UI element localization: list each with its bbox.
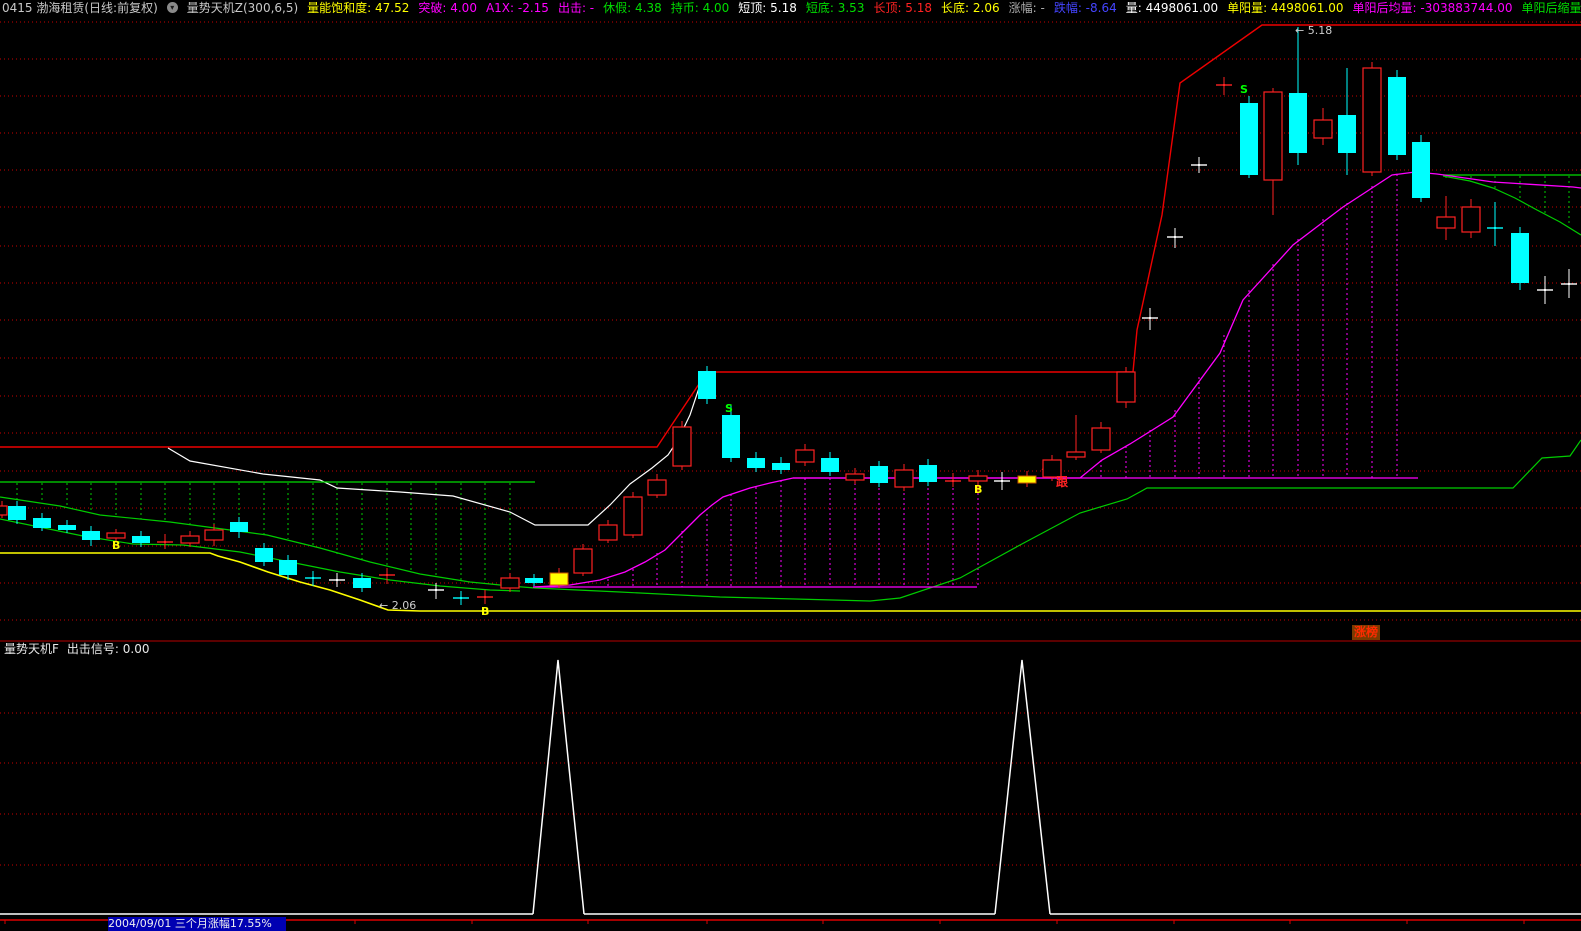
- candle-down: [772, 463, 790, 470]
- candle-up: [894, 469, 914, 488]
- candle-up: [0, 505, 8, 516]
- candle-up: [795, 449, 815, 463]
- header-indicator-value: 短底: 3.53: [805, 1, 865, 15]
- header-indicator-value: 单阳量: 4498061.00: [1227, 1, 1344, 15]
- long-top-line: [0, 24, 1581, 448]
- candle-gold: [1017, 475, 1037, 484]
- rank-list-badge[interactable]: 涨榜: [1352, 625, 1381, 640]
- candle-doji: [1174, 236, 1176, 238]
- header-indicator-value: 单阳后缩量: 1.00: [1521, 1, 1581, 15]
- candle-up: [1091, 427, 1111, 451]
- candle-down: [1338, 115, 1356, 153]
- candle-doji: [1494, 227, 1496, 229]
- indicator-header: 0415 渤海租赁(日线:前复权) ▾ 量势天机Z(300,6,5) 量能饱和度:…: [0, 0, 1581, 15]
- signal-triangle-1: [532, 659, 585, 915]
- candle-down: [1289, 93, 1307, 153]
- candle-down: [8, 506, 26, 520]
- green-curve-a: [0, 439, 1581, 602]
- candle-doji: [460, 597, 462, 599]
- candle-up: [1042, 459, 1062, 478]
- candle-up: [1313, 119, 1333, 139]
- candle-down: [919, 465, 937, 482]
- candle-up: [1436, 216, 1456, 229]
- candle-down: [1511, 233, 1529, 283]
- header-indicator-value: 量能饱和度: 47.52: [307, 1, 410, 15]
- white-ma-line: [167, 384, 701, 526]
- candle-down: [870, 466, 888, 483]
- candle-down: [1412, 142, 1430, 198]
- candle-down: [230, 522, 248, 532]
- candle-doji: [336, 579, 338, 581]
- candle-down: [353, 578, 371, 588]
- header-indicator-value: 量势天机Z(300,6,5): [186, 1, 299, 15]
- candle-up: [1116, 371, 1136, 403]
- candle-up: [573, 548, 593, 574]
- candle-doji: [1568, 283, 1570, 285]
- candle-down: [747, 458, 765, 468]
- candle-up: [672, 426, 692, 467]
- candle-doji: [435, 589, 437, 591]
- candle-doji: [312, 577, 314, 579]
- candle-doji: [484, 596, 486, 598]
- candle-up: [1362, 67, 1382, 173]
- candle-up: [204, 529, 224, 541]
- candle-up: [968, 475, 988, 482]
- candle-doji: [1149, 317, 1151, 319]
- candle-down: [698, 371, 716, 399]
- chart-canvas[interactable]: [0, 0, 1581, 925]
- candle-up: [598, 524, 618, 541]
- header-indicator-value: 长顶: 5.18: [873, 1, 933, 15]
- candle-up: [845, 473, 865, 481]
- header-indicator-value: 跌幅: -8.64: [1053, 1, 1117, 15]
- header-indicator-value: 休假: 4.38: [603, 1, 662, 15]
- candle-down: [132, 536, 150, 543]
- candle-doji: [952, 480, 954, 482]
- candle-down: [255, 548, 273, 562]
- candle-doji: [1198, 164, 1200, 166]
- header-indicator-value: 长底: 2.06: [941, 1, 1000, 15]
- candle-up: [500, 577, 520, 589]
- header-indicator-value: 涨幅: -: [1008, 1, 1045, 15]
- candle-down: [1388, 77, 1406, 155]
- header-indicator-value: 出击: -: [557, 1, 595, 15]
- candle-up: [1461, 206, 1481, 233]
- candle-down: [279, 560, 297, 575]
- candle-down: [33, 518, 51, 528]
- candle-down: [821, 458, 839, 472]
- candle-down: [1240, 103, 1258, 175]
- candle-up: [623, 496, 643, 536]
- candle-doji: [1544, 289, 1546, 291]
- candle-down: [58, 525, 76, 530]
- candle-up: [180, 535, 200, 544]
- header-indicator-value: 单阳后均量: -303883744.00: [1352, 1, 1513, 15]
- trading-app-window: { "header": { "stock": "0415 渤海租赁(日线:前复权…: [0, 0, 1581, 931]
- candle-doji: [164, 541, 166, 543]
- yellow-long-bottom: [0, 552, 1581, 612]
- collapse-icon[interactable]: ▾: [166, 2, 178, 13]
- range-stat-bar: 2004/09/01 三个月涨幅17.55%: [108, 917, 286, 931]
- candle-up: [1263, 91, 1283, 181]
- candle-down: [525, 578, 543, 583]
- candle-doji: [1223, 84, 1225, 86]
- header-indicator-value: A1X: -2.15: [485, 0, 549, 15]
- candle-gold: [549, 572, 569, 586]
- candle-up: [1066, 451, 1086, 458]
- candle-up: [106, 532, 126, 539]
- header-indicator-value: 短顶: 5.18: [738, 1, 797, 15]
- candle-down: [82, 531, 100, 540]
- header-indicator-value: 突破: 4.00: [418, 1, 477, 15]
- stock-title: 0415 渤海租赁(日线:前复权): [2, 1, 158, 15]
- candle-down: [722, 415, 740, 458]
- candle-doji: [1001, 480, 1003, 482]
- candle-doji: [386, 574, 388, 576]
- header-indicator-value: 持币: 4.00: [670, 1, 730, 15]
- header-indicator-value: 量: 4498061.00: [1125, 1, 1219, 15]
- candle-up: [647, 479, 667, 496]
- signal-triangle-2: [994, 659, 1051, 915]
